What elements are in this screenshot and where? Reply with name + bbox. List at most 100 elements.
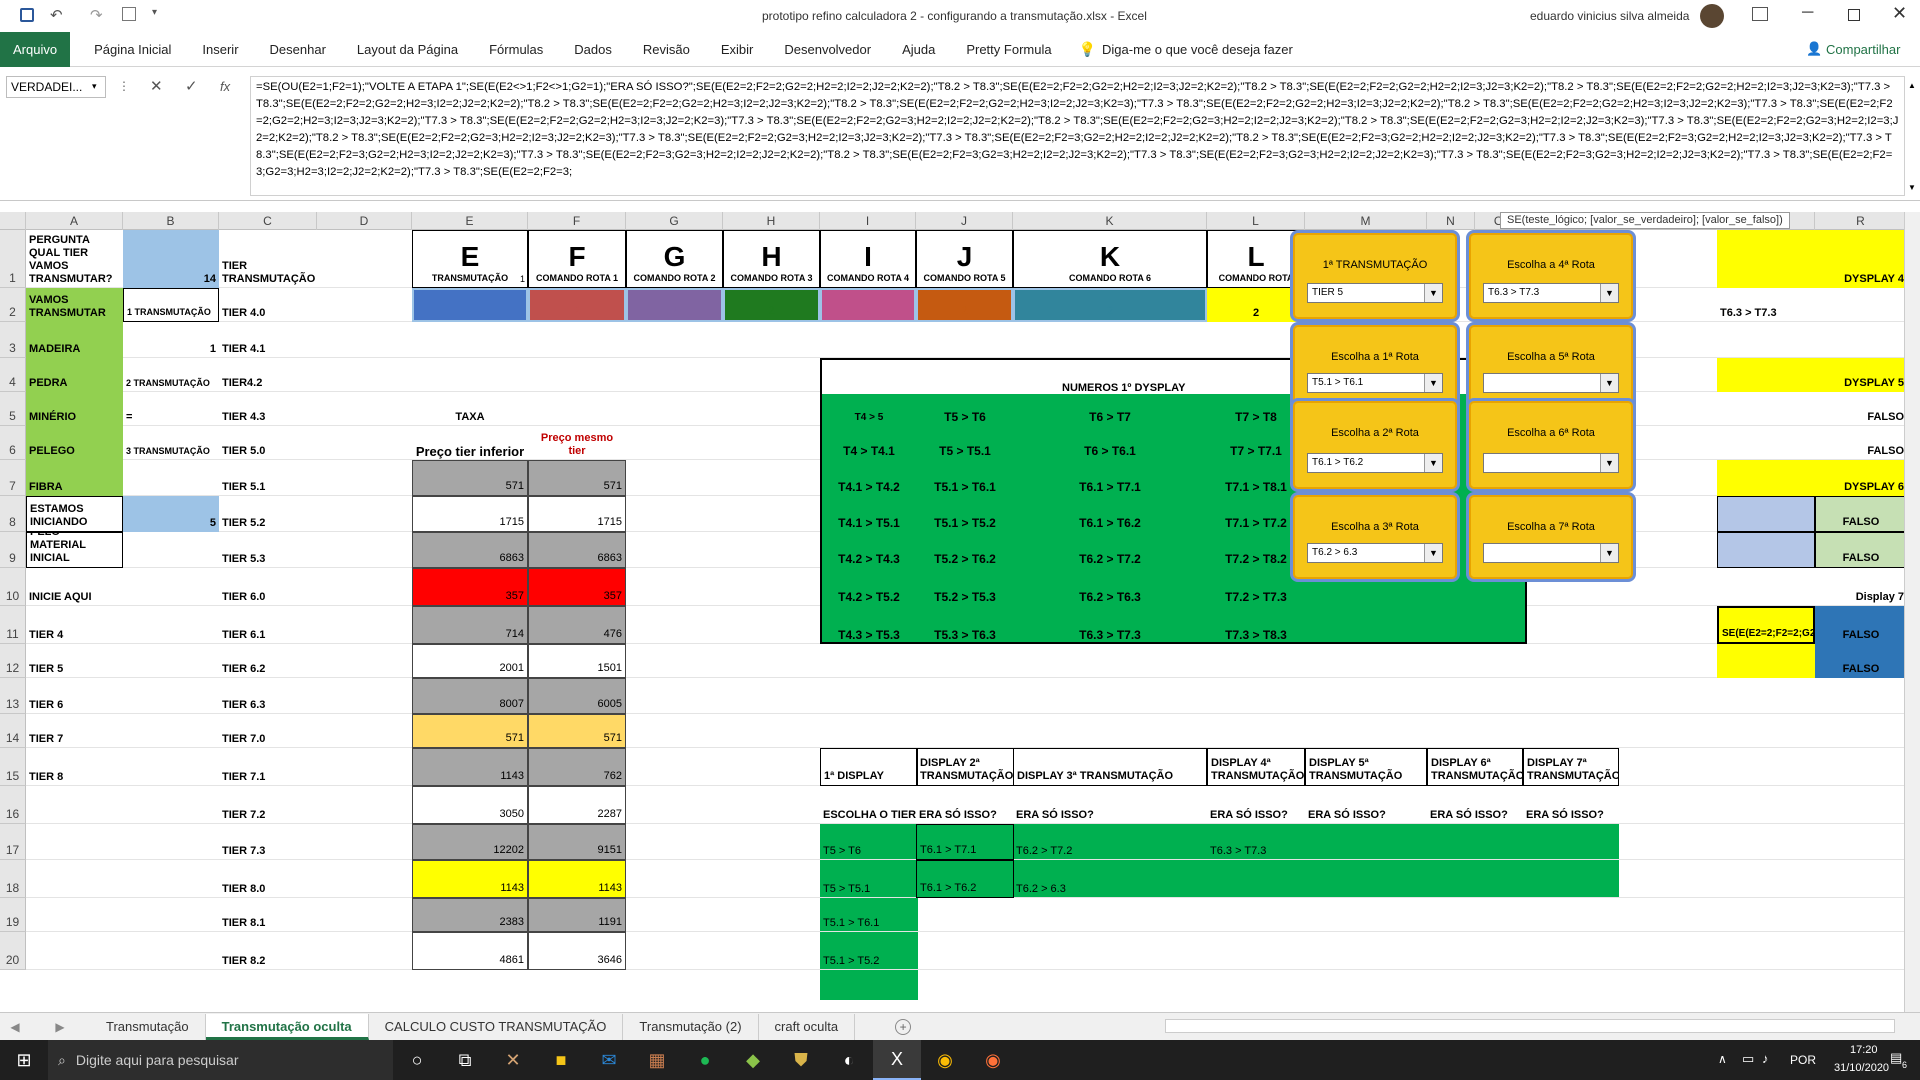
cell-a4[interactable]: PEDRA [26,358,123,392]
sheet-next-icon[interactable]: ▶ [30,1020,90,1034]
cell-e5[interactable]: TAXA [412,392,528,426]
name-box[interactable]: VERDADEI... [6,76,106,98]
price-same[interactable]: 476 [528,606,626,644]
display-prompt[interactable]: ERA SÓ ISSO? [1207,786,1305,824]
cell-r2[interactable]: T6.3 > T7.3 [1717,288,1907,322]
cell-r9[interactable]: FALSO [1815,532,1907,568]
cell-r6[interactable]: FALSO [1717,426,1907,460]
sheet-prev-icon[interactable]: ◀ [0,1020,30,1034]
save-icon[interactable] [20,8,34,22]
dysplay1-cell[interactable]: T4.2 > T5.2 [820,568,918,606]
tab-data[interactable]: Dados [556,32,625,67]
cell-a18[interactable] [26,860,123,898]
cell-c4[interactable]: TIER4.2 [219,358,317,392]
tab-home[interactable]: Página Inicial [70,32,184,67]
dysplay1-cell[interactable]: T6.3 > T7.3 [1013,606,1207,644]
firefox-icon[interactable]: ◉ [969,1040,1017,1080]
column-header-a[interactable]: A [26,212,123,230]
row-header-14[interactable]: 14 [0,714,26,748]
cell-b4[interactable]: 2 TRANSMUTAÇÃO [123,358,219,392]
display-header[interactable]: DISPLAY 7ª TRANSMUTAÇÃO [1523,748,1619,786]
row-header-4[interactable]: 4 [0,358,26,392]
route-dropdown[interactable]: T5.1 > T6.1 ▼ [1307,373,1443,393]
dysplay1-cell[interactable]: T5 > T6 [916,392,1014,426]
row-header-13[interactable]: 13 [0,678,26,714]
column-header-d[interactable]: D [317,212,412,230]
clock-time[interactable]: 17:20 [1850,1044,1878,1056]
tab-developer[interactable]: Desenvolvedor [766,32,884,67]
row-header-10[interactable]: 10 [0,568,26,606]
price-same[interactable]: 9151 [528,824,626,860]
cell-e2[interactable]: 2 [412,288,528,322]
display-header[interactable]: DISPLAY 6ª TRANSMUTAÇÃO [1427,748,1523,786]
display-header[interactable]: DISPLAY 5ª TRANSMUTAÇÃO [1305,748,1427,786]
quick-access-icon[interactable] [122,7,136,21]
user-name[interactable]: eduardo vinicius silva almeida [1530,9,1689,23]
cell-a8[interactable]: ESTAMOS INICIANDO [26,496,123,532]
game-app-icon[interactable]: ✕ [489,1040,537,1080]
ribbon-display-icon[interactable] [1752,7,1768,21]
cell-a7[interactable]: FIBRA [26,460,123,496]
header-cell-j[interactable]: J COMANDO ROTA 5 [916,230,1013,288]
cell-a3[interactable]: MADEIRA [26,322,123,358]
column-header-m[interactable]: M [1305,212,1427,230]
price-same[interactable]: 1191 [528,898,626,932]
display-prompt[interactable]: ERA SÓ ISSO? [916,786,1014,824]
chevron-down-icon[interactable]: ▼ [1424,454,1442,472]
cell-a11[interactable]: TIER 4 [26,606,123,644]
column-header-g[interactable]: G [626,212,723,230]
spotify-icon[interactable]: ● [681,1040,729,1080]
tab-pretty-formula[interactable]: Pretty Formula [948,32,1064,67]
row-header-7[interactable]: 7 [0,460,26,496]
logitech-icon[interactable]: ◐ [825,1040,873,1080]
cell-e6[interactable]: Preço tier inferior [412,426,528,460]
cell-q9[interactable] [1717,532,1815,568]
file-explorer-icon[interactable]: ■ [537,1040,585,1080]
enter-icon[interactable]: ✓ [185,77,198,95]
cell-c10[interactable]: TIER 6.0 [219,568,317,606]
route-dropdown[interactable]: ▼ [1483,453,1619,473]
chevron-down-icon[interactable]: ▼ [1600,284,1618,302]
cell-a6[interactable]: PELEGO [26,426,123,460]
dysplay1-cell[interactable]: T4.1 > T5.1 [820,496,918,532]
route-dropdown[interactable]: TIER 5 ▼ [1307,283,1443,303]
dysplay1-cell[interactable]: T4 > T4.1 [820,426,918,460]
price-same[interactable]: 762 [528,748,626,786]
column-header-i[interactable]: I [820,212,916,230]
price-lower[interactable]: 714 [412,606,528,644]
display-route[interactable]: T6.2 > T7.2 [1013,824,1207,860]
row-header-18[interactable]: 18 [0,860,26,898]
dysplay1-cell[interactable]: T5.2 > T6.2 [916,532,1014,568]
cell-a10[interactable]: INICIE AQUI [26,568,123,606]
cell-a19[interactable] [26,898,123,932]
volume-icon[interactable]: ♪ [1762,1051,1769,1066]
cell-c5[interactable]: TIER 4.3 [219,392,317,426]
cell-q8[interactable] [1717,496,1815,532]
chrome-icon[interactable]: ◉ [921,1040,969,1080]
cell-r12[interactable]: FALSO [1815,644,1907,678]
sheet-tab-calculo[interactable]: CALCULO CUSTO TRANSMUTAÇÃO [369,1013,624,1040]
chevron-down-icon[interactable]: ▼ [1424,374,1442,392]
header-cell-e-index[interactable]: 1 [498,230,528,288]
price-lower[interactable]: 1143 [412,860,528,898]
column-header-n[interactable]: N [1427,212,1475,230]
display-route[interactable]: T5.1 > T5.2 [820,932,918,970]
row-header-12[interactable]: 12 [0,644,26,678]
dysplay1-cell[interactable]: T6.2 > T7.2 [1013,532,1207,568]
display-header[interactable]: DISPLAY 4ª TRANSMUTAÇÃO [1207,748,1305,786]
close-icon[interactable]: ✕ [1892,3,1907,24]
header-cell-i[interactable]: I COMANDO ROTA 4 [820,230,916,288]
cell-c11[interactable]: TIER 6.1 [219,606,317,644]
options-icon[interactable]: ⋮ [118,79,130,93]
namebox-dropdown-icon[interactable]: ▾ [92,81,97,92]
insert-function-icon[interactable]: fx [220,79,230,94]
cell-c16[interactable]: TIER 7.2 [219,786,317,824]
price-same[interactable]: 1501 [528,644,626,678]
display-route[interactable]: T5 > T5.1 [820,860,918,898]
row-header-16[interactable]: 16 [0,786,26,824]
display-route[interactable]: T6.2 > 6.3 [1013,860,1207,898]
cell-c12[interactable]: TIER 6.2 [219,644,317,678]
header-cell-h[interactable]: H COMANDO ROTA 3 [723,230,820,288]
tab-file[interactable]: Arquivo [0,31,71,67]
cell-r5[interactable]: FALSO [1717,392,1907,426]
